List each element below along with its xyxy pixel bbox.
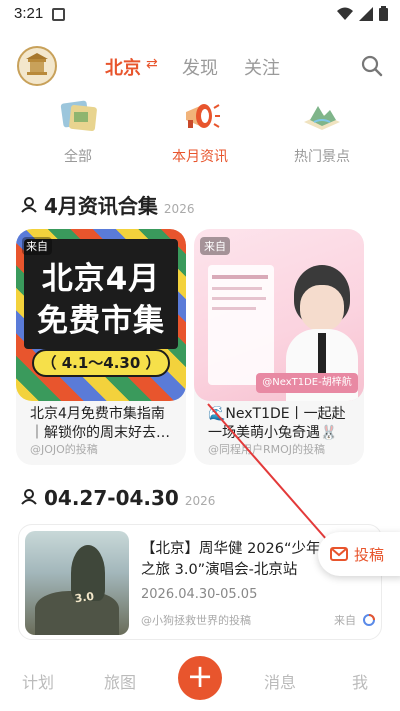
image-collage-icon: [60, 100, 97, 131]
category-hot-spots[interactable]: 热门景点: [277, 96, 367, 166]
tab-travel-map[interactable]: 旅图: [104, 669, 136, 693]
category-all[interactable]: 全部: [33, 96, 123, 166]
megaphone-icon: [186, 104, 220, 128]
card-author: @JOJO的投稿: [30, 443, 98, 456]
signal-icon: [359, 6, 373, 21]
city-selector[interactable]: 北京: [105, 54, 141, 80]
submit-button[interactable]: 投稿: [318, 532, 400, 576]
gallery-notification-icon: [52, 8, 65, 21]
category-row: 全部 本月资讯 热门景点: [0, 96, 400, 168]
city-switch-icon[interactable]: ⇄: [146, 56, 158, 72]
battery-icon: [379, 6, 388, 21]
source-tag: 来自: [200, 237, 230, 255]
article-card[interactable]: 来自 北京4月 免费市集 （ 4.1～4.30 ） 北京4月免费市集指南｜解锁你…: [16, 229, 186, 465]
poster-title-line2: 免费市集: [37, 303, 165, 339]
mail-icon: [330, 547, 348, 561]
landscape-icon: [304, 106, 340, 130]
status-time: 3:21: [14, 5, 44, 22]
card-title: 北京4月免费市集指南｜解锁你的周末好去…: [30, 406, 170, 441]
create-plus-button[interactable]: +: [178, 656, 222, 700]
tab-plan[interactable]: 计划: [22, 669, 54, 693]
category-label: 热门景点: [294, 149, 350, 165]
search-icon[interactable]: [360, 54, 384, 78]
section-heading: 04.27-04.30: [44, 486, 179, 510]
section-heading: 4月资讯合集: [44, 194, 158, 218]
poster-artist-badge: @NexT1DE-胡梓航: [256, 373, 358, 393]
status-icons: [337, 6, 388, 21]
submit-label: 投稿: [354, 545, 385, 564]
user-hat-icon: [21, 489, 37, 505]
card-title: 🌊NexT1DE丨一起赴一场美萌小兔奇遇🐰: [208, 406, 346, 441]
tab-follow[interactable]: 关注: [244, 54, 280, 80]
event-source-label: 来自: [334, 614, 356, 627]
section-year: 2026: [163, 202, 195, 216]
card-poster: 来自 @NexT1DE-胡梓航: [194, 229, 364, 401]
category-label: 本月资讯: [172, 149, 228, 165]
tab-messages[interactable]: 消息: [264, 669, 296, 693]
article-card[interactable]: 来自 @NexT1DE-胡梓航 🌊NexT1DE丨一起赴一场美萌小兔奇遇🐰 @同…: [194, 229, 364, 465]
user-hat-icon: [21, 197, 37, 213]
event-date: 2026.04.30-05.05: [141, 587, 258, 602]
source-app-icon: [362, 614, 375, 626]
app-logo[interactable]: [17, 46, 57, 86]
section-title-dates: 04.27-04.30 2026: [20, 486, 215, 510]
category-this-month[interactable]: 本月资讯: [155, 96, 245, 166]
temple-logo-icon: [26, 53, 48, 75]
poster-title-line1: 北京4月: [41, 261, 161, 297]
event-poster: 3.0: [25, 531, 129, 635]
wifi-icon: [337, 7, 353, 20]
category-label: 全部: [64, 149, 92, 165]
section-year: 2026: [184, 494, 216, 508]
card-poster: 来自 北京4月 免费市集 （ 4.1～4.30 ）: [16, 229, 186, 401]
tab-discover[interactable]: 发现: [182, 54, 218, 80]
event-author: @小狗拯救世界的投稿: [141, 614, 251, 627]
bottom-nav: 计划 旅图 + 消息 我: [0, 652, 400, 711]
top-nav: 北京 ⇄ 发现 关注: [0, 44, 400, 88]
event-source: 来自: [334, 612, 375, 628]
status-bar: 3:21: [0, 0, 400, 30]
tab-me[interactable]: 我: [352, 669, 368, 693]
card-author: @同程用户RMOJ的投稿: [208, 443, 326, 456]
section-title-april: 4月资讯合集 2026: [20, 190, 194, 219]
poster-date-badge: （ 4.1～4.30 ）: [32, 349, 170, 377]
